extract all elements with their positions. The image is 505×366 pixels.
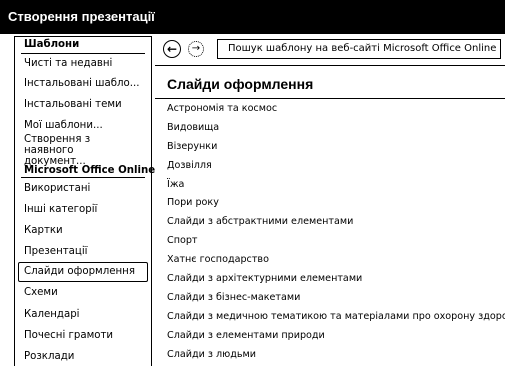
- list-item[interactable]: Слайди з архітектурними елементами: [155, 270, 505, 289]
- sidebar-item-design-slides[interactable]: Слайди оформлення: [18, 262, 148, 282]
- sidebar-item-presentations[interactable]: Презентації: [15, 241, 151, 262]
- list-item[interactable]: Видовища: [155, 119, 505, 138]
- nav-divider: [155, 65, 505, 66]
- sidebar-item-installed-templates[interactable]: Інстальовані шабло...: [15, 73, 151, 94]
- main-pane: ← → Пошук шаблону на веб-сайті Microsoft…: [155, 36, 505, 366]
- list-item[interactable]: Візерунки: [155, 138, 505, 157]
- back-button[interactable]: ←: [163, 40, 181, 58]
- sidebar-item-installed-themes[interactable]: Інстальовані теми: [15, 94, 151, 115]
- list-item[interactable]: Їжа: [155, 176, 505, 195]
- list-item[interactable]: Дозвілля: [155, 157, 505, 176]
- sidebar-item-blank-recent[interactable]: Чисті та недавні: [15, 54, 151, 73]
- sidebar-item-certificates[interactable]: Почесні грамоти: [15, 325, 151, 346]
- template-category-list: Астрономія та космос Видовища Візерунки …: [155, 98, 505, 364]
- list-item[interactable]: Хатнє господарство: [155, 251, 505, 270]
- sidebar-item-label: Створення з наявного документ...: [24, 133, 91, 167]
- new-presentation-window: Створення презентації Шаблони Чисті та н…: [0, 0, 505, 366]
- search-input[interactable]: Пошук шаблону на веб-сайті Microsoft Off…: [217, 39, 501, 59]
- list-item[interactable]: Слайди з елементами природи: [155, 327, 505, 346]
- back-arrow-icon: ←: [166, 42, 178, 56]
- window-title: Створення презентації: [0, 0, 505, 34]
- forward-arrow-icon: →: [191, 43, 201, 54]
- sidebar-heading-office-online: Microsoft Office Online: [24, 164, 156, 176]
- sidebar-heading-templates: Шаблони: [24, 39, 80, 50]
- sidebar-item-cards[interactable]: Картки: [15, 220, 151, 241]
- sidebar-item-diagrams[interactable]: Схеми: [15, 282, 151, 304]
- section-title: Слайди оформлення: [167, 76, 314, 92]
- sidebar-item-new-from-existing[interactable]: Створення з наявного документ...: [15, 133, 151, 167]
- sidebar-item-calendars[interactable]: Календарі: [15, 304, 151, 325]
- list-item[interactable]: Слайди з абстрактними елементами: [155, 213, 505, 232]
- sidebar-item-other-categories[interactable]: Інші категорії: [15, 199, 151, 220]
- sidebar-item-featured[interactable]: Використані: [15, 178, 151, 199]
- list-item[interactable]: Спорт: [155, 232, 505, 251]
- sidebar-item-schedules[interactable]: Розклади: [15, 346, 151, 366]
- nav-bar: ← → Пошук шаблону на веб-сайті Microsoft…: [155, 36, 505, 62]
- forward-button[interactable]: →: [188, 41, 204, 57]
- list-item[interactable]: Слайди з людьми: [155, 346, 505, 365]
- list-item[interactable]: Слайди з бізнес-макетами: [155, 289, 505, 308]
- list-item[interactable]: Астрономія та космос: [155, 100, 505, 119]
- list-item[interactable]: Слайди з медичною тематикою та матеріала…: [155, 308, 505, 327]
- list-item[interactable]: Пори року: [155, 194, 505, 213]
- sidebar: Шаблони Чисті та недавні Інстальовані ша…: [14, 36, 156, 366]
